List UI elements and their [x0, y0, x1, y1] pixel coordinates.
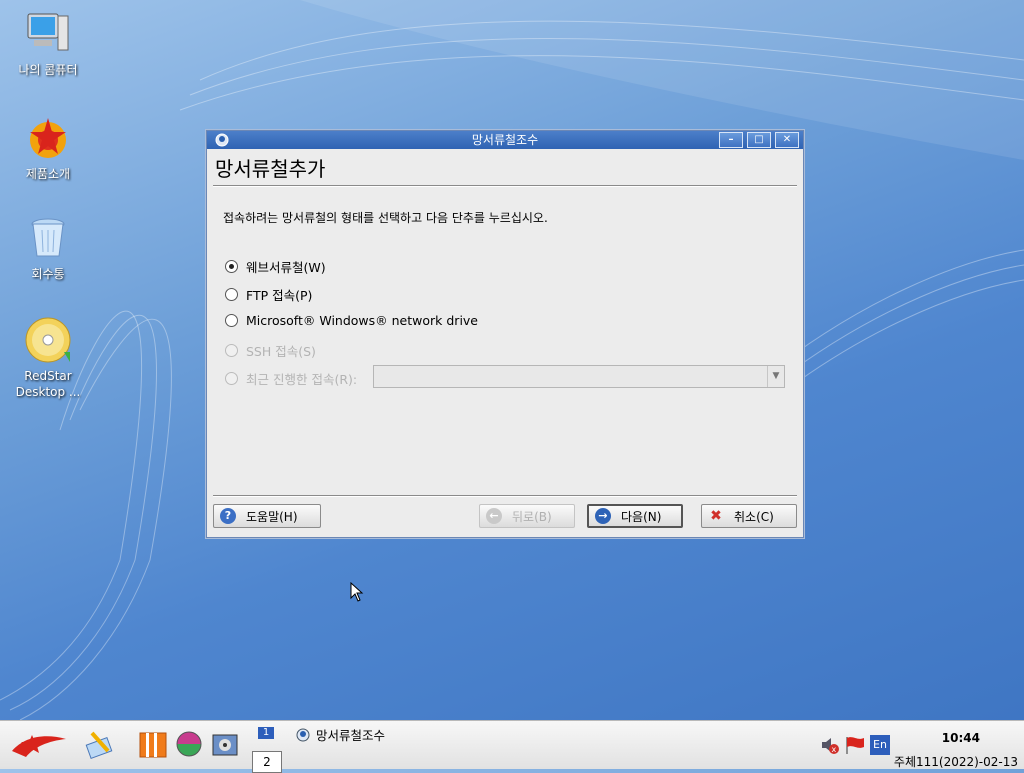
- cancel-x-icon: ✖: [710, 508, 722, 524]
- option-ftp[interactable]: FTP 접속(P): [225, 285, 312, 304]
- desktop-icon-trash[interactable]: 회수통: [0, 214, 96, 282]
- cancel-button-label: 취소(C): [734, 509, 774, 524]
- option-webfolder[interactable]: 웨브서류철(W): [225, 257, 326, 276]
- help-button-label: 도움말(H): [246, 509, 298, 524]
- cancel-button[interactable]: ✖ 취소(C): [701, 504, 797, 528]
- maximize-button[interactable]: □: [747, 132, 771, 148]
- network-folder-icon: [296, 728, 310, 742]
- input-language-indicator[interactable]: En: [870, 735, 890, 755]
- option-label: SSH 접속(S): [246, 344, 316, 359]
- help-icon: ?: [220, 508, 236, 524]
- clock[interactable]: 10:44: [942, 731, 980, 745]
- network-folder-wizard-window: 망서류철조수 – □ ✕ 망서류철추가 접속하려는 망서류철의 형태를 선택하고…: [206, 130, 804, 538]
- workspace-1[interactable]: 1: [258, 727, 274, 739]
- back-button[interactable]: ← 뒤로(B): [479, 504, 575, 528]
- next-button-label: 다음(N): [621, 509, 662, 524]
- taskbar: 1 2 망서류철조수 x En 10:44 주체111(2022)-02-13: [0, 720, 1024, 773]
- media-player-icon[interactable]: [210, 729, 240, 759]
- footer-divider: [213, 495, 797, 497]
- svg-text:x: x: [832, 745, 837, 754]
- web-browser-globe-icon[interactable]: [174, 729, 204, 759]
- cd-disc-icon: [24, 316, 72, 364]
- next-button[interactable]: → 다음(N): [587, 504, 683, 528]
- recent-connection-combo: ▼: [373, 365, 785, 388]
- network-folder-icon: [215, 133, 229, 147]
- chevron-down-icon: ▼: [767, 366, 784, 387]
- desktop-icon-my-computer[interactable]: 나의 콤퓨터: [0, 10, 96, 78]
- arrow-right-icon: →: [595, 508, 611, 524]
- option-label: Microsoft® Windows® network drive: [246, 313, 479, 328]
- workspace-2[interactable]: 2: [252, 751, 282, 773]
- computer-icon: [24, 10, 72, 58]
- page-heading: 망서류철추가: [215, 157, 326, 181]
- option-label: 최근 진행한 접속(R):: [246, 372, 358, 387]
- option-windows-network-drive[interactable]: Microsoft® Windows® network drive: [225, 313, 478, 328]
- office-suite-icon[interactable]: [138, 729, 168, 759]
- window-title: 망서류철조수: [471, 133, 539, 147]
- help-button[interactable]: ? 도움말(H): [213, 504, 321, 528]
- radio-button: [225, 344, 238, 357]
- minimize-button[interactable]: –: [719, 132, 743, 148]
- option-label: 웨브서류철(W): [246, 260, 326, 275]
- back-button-label: 뒤로(B): [512, 509, 552, 524]
- arrow-left-icon: ←: [486, 508, 502, 524]
- desktop-icon-label: 회수통: [31, 267, 65, 281]
- desktop-icon-label: RedStar Desktop ...: [15, 369, 81, 399]
- desktop-icon-label: 제품소개: [25, 167, 71, 181]
- radio-button: [225, 372, 238, 385]
- option-ssh: SSH 접속(S): [225, 341, 316, 360]
- mouse-cursor-icon: [350, 582, 364, 602]
- trash-icon: [24, 214, 72, 262]
- option-label: FTP 접속(P): [246, 288, 313, 303]
- close-button[interactable]: ✕: [775, 132, 799, 148]
- redstar-gear-icon: [24, 114, 72, 162]
- instruction-text: 접속하려는 망서류철의 형태를 선택하고 다음 단추를 누르십시오.: [223, 211, 548, 225]
- heading-divider: [213, 185, 797, 187]
- window-titlebar[interactable]: 망서류철조수 – □ ✕: [207, 131, 803, 149]
- desktop-icon-product-intro[interactable]: 제품소개: [0, 114, 96, 182]
- option-recent-connection: 최근 진행한 접속(R):: [225, 369, 357, 388]
- radio-button[interactable]: [225, 260, 238, 273]
- text-editor-icon[interactable]: [84, 729, 114, 759]
- red-flag-icon[interactable]: [844, 735, 864, 755]
- radio-button[interactable]: [225, 314, 238, 327]
- desktop-icon-label: 나의 콤퓨터: [18, 63, 78, 77]
- radio-button[interactable]: [225, 288, 238, 301]
- start-menu-redstar-icon[interactable]: [10, 729, 68, 759]
- taskbar-window-label: 망서류철조수: [316, 728, 386, 743]
- taskbar-window-item[interactable]: 망서류철조수: [296, 725, 385, 744]
- desktop-icon-redstar-desktop[interactable]: RedStar Desktop ...: [0, 316, 96, 400]
- volume-muted-icon[interactable]: x: [820, 735, 840, 755]
- date: 주체111(2022)-02-13: [893, 755, 1018, 769]
